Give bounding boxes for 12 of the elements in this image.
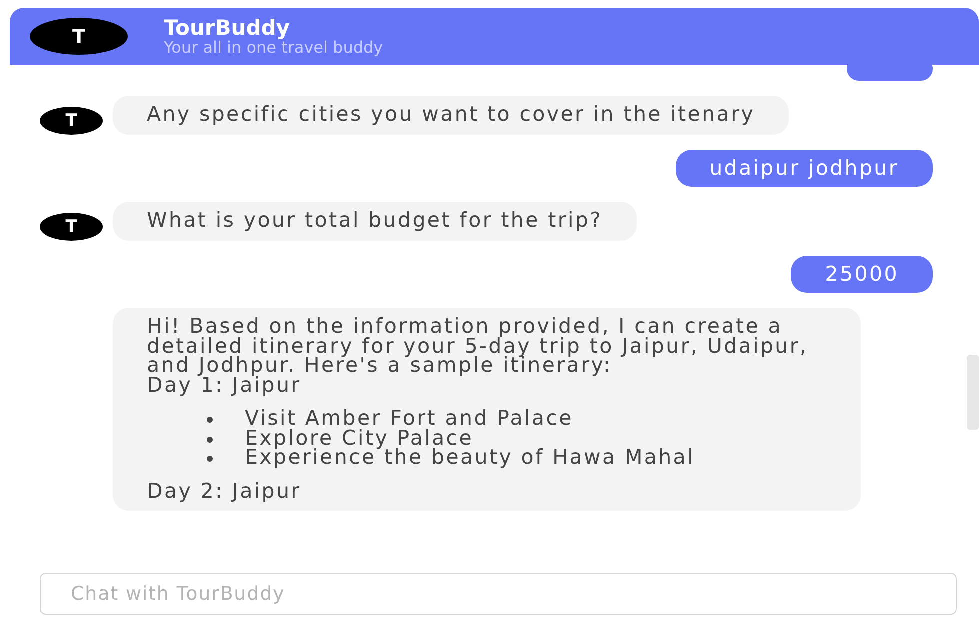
chat-input-field[interactable]: Chat with TourBuddy xyxy=(40,573,957,615)
user-message: udaipur jodhpur xyxy=(676,150,933,187)
bot-message: What is your total budget for the trip? xyxy=(113,202,637,240)
chat-subtitle: Your all in one travel buddy xyxy=(164,38,384,56)
user-message: 25000 xyxy=(791,256,933,293)
bot-avatar: T xyxy=(40,106,103,134)
bot-avatar: T xyxy=(40,212,103,240)
chat-title: TourBuddy xyxy=(164,16,291,38)
bot-message: Hi! Based on the information provided, I can create a detailed itinerary for your 5-day trip to Jaipur, Udaipur, and Jodhpur. Here's a sample itinerary: Day 1: Jaipur Visit Amber Fort and Palace Explore City Palace Experience the beauty of Hawa Mahal Day 2: Jaipur xyxy=(113,308,861,511)
bot-message: Any specific cities you want to cover in the itenary xyxy=(113,96,790,134)
scrollbar-thumb[interactable] xyxy=(967,355,979,430)
bot-avatar: T xyxy=(30,18,128,55)
